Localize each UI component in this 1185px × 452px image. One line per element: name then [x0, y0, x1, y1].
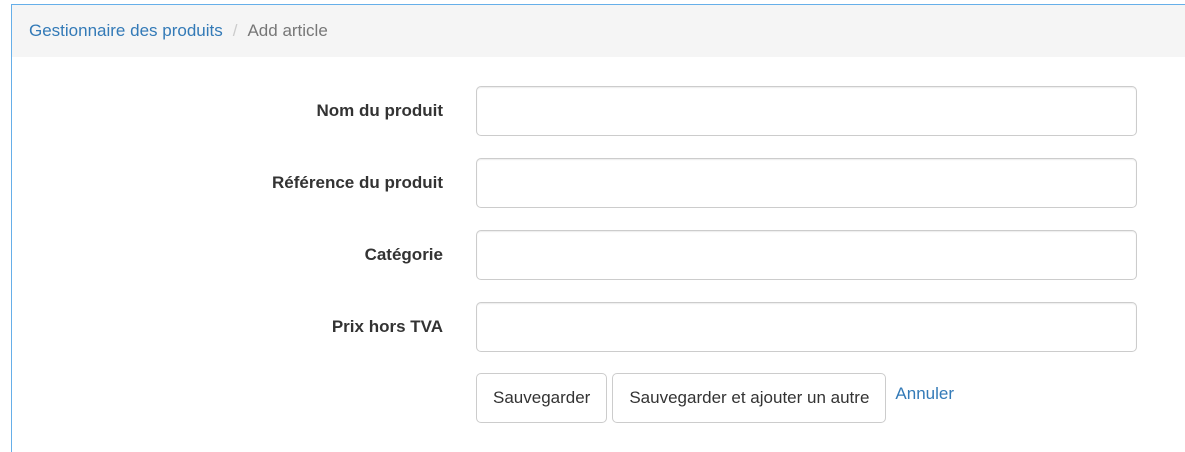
- product-name-input[interactable]: [476, 86, 1137, 136]
- breadcrumb-current: Add article: [247, 21, 328, 40]
- category-label: Catégorie: [364, 245, 443, 264]
- form-row-product-reference: Référence du produit: [12, 158, 1185, 208]
- save-and-add-another-button[interactable]: Sauvegarder et ajouter un autre: [612, 373, 887, 423]
- product-name-label: Nom du produit: [316, 101, 443, 120]
- cancel-link[interactable]: Annuler: [895, 384, 954, 404]
- price-excl-vat-label: Prix hors TVA: [331, 317, 443, 336]
- form-row-price-excl-vat: Prix hors TVA: [12, 302, 1185, 352]
- product-reference-label: Référence du produit: [272, 173, 443, 192]
- form-row-category: Catégorie: [12, 230, 1185, 280]
- category-input[interactable]: [476, 230, 1137, 280]
- breadcrumb-link-products[interactable]: Gestionnaire des produits: [29, 21, 223, 41]
- form-panel: Gestionnaire des produits / Add article …: [11, 4, 1185, 452]
- price-excl-vat-input[interactable]: [476, 302, 1137, 352]
- product-reference-input[interactable]: [476, 158, 1137, 208]
- form-row-product-name: Nom du produit: [12, 86, 1185, 136]
- form-actions: Sauvegarder Sauvegarder et ajouter un au…: [476, 373, 954, 423]
- breadcrumb-separator: /: [232, 21, 238, 40]
- breadcrumb: Gestionnaire des produits / Add article: [12, 5, 1185, 57]
- save-button[interactable]: Sauvegarder: [476, 373, 608, 423]
